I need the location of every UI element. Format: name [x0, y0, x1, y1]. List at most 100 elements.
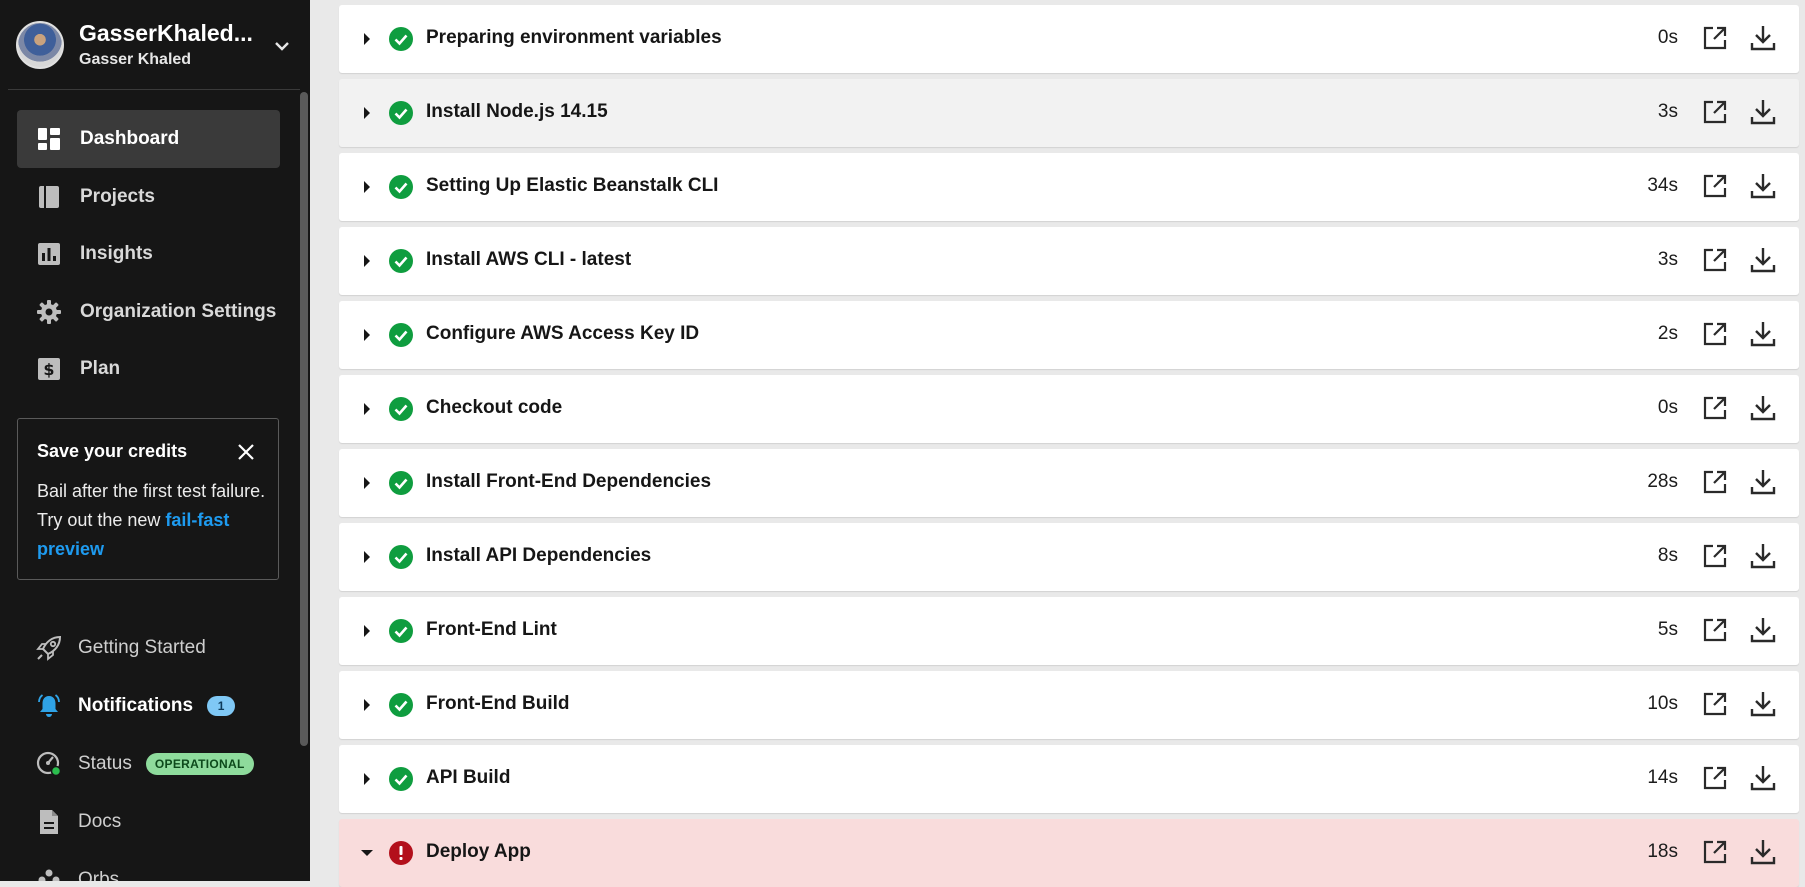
caret-right-icon[interactable] — [361, 327, 373, 343]
open-external-icon[interactable] — [1702, 173, 1728, 199]
open-external-icon[interactable] — [1702, 321, 1728, 347]
org-name: GasserKhaled... — [79, 20, 253, 46]
download-icon[interactable] — [1749, 468, 1777, 496]
document-icon — [36, 809, 62, 835]
sidebar-item-insights[interactable]: Insights — [17, 225, 280, 283]
step-row[interactable]: Install Node.js 14.15 3s — [339, 79, 1799, 147]
download-icon[interactable] — [1749, 172, 1777, 200]
step-name: Deploy App — [426, 841, 531, 862]
step-row[interactable]: Install Front-End Dependencies 28s — [339, 449, 1799, 517]
step-name: Front-End Build — [426, 693, 570, 714]
caret-down-icon[interactable] — [361, 845, 373, 861]
success-check-icon — [389, 397, 413, 421]
open-external-icon[interactable] — [1702, 99, 1728, 125]
download-icon[interactable] — [1749, 838, 1777, 866]
chevron-down-icon[interactable] — [272, 36, 292, 56]
dollar-icon: $ — [36, 356, 62, 382]
step-row[interactable]: API Build 14s — [339, 745, 1799, 813]
step-name: Preparing environment variables — [426, 27, 722, 48]
svg-text:$: $ — [43, 360, 54, 379]
open-external-icon[interactable] — [1702, 247, 1728, 273]
caret-right-icon[interactable] — [361, 105, 373, 121]
success-check-icon — [389, 101, 413, 125]
open-external-icon[interactable] — [1702, 691, 1728, 717]
caret-right-icon[interactable] — [361, 697, 373, 713]
open-external-icon[interactable] — [1702, 617, 1728, 643]
sidebar-item-status[interactable]: Status OPERATIONAL — [36, 748, 254, 780]
download-icon[interactable] — [1749, 764, 1777, 792]
caret-right-icon[interactable] — [361, 253, 373, 269]
step-name: Front-End Lint — [426, 619, 557, 640]
sidebar: GasserKhaled... Gasser Khaled Dashboard … — [0, 0, 310, 881]
step-duration: 8s — [1657, 545, 1678, 566]
notification-count-badge: 1 — [207, 696, 236, 716]
caret-right-icon[interactable] — [361, 401, 373, 417]
step-name: Install AWS CLI - latest — [426, 249, 632, 270]
bell-icon — [36, 693, 62, 719]
download-icon[interactable] — [1749, 616, 1777, 644]
sidebar-item-dashboard[interactable]: Dashboard — [17, 110, 280, 168]
step-name: Install Front-End Dependencies — [426, 471, 712, 492]
caret-right-icon[interactable] — [361, 623, 373, 639]
sidebar-item-label: Plan — [80, 358, 121, 379]
open-external-icon[interactable] — [1702, 543, 1728, 569]
download-icon[interactable] — [1749, 320, 1777, 348]
step-row[interactable]: Setting Up Elastic Beanstalk CLI 34s — [339, 153, 1799, 221]
open-external-icon[interactable] — [1702, 469, 1728, 495]
caret-right-icon[interactable] — [361, 475, 373, 491]
step-name: Setting Up Elastic Beanstalk CLI — [426, 175, 719, 196]
step-duration: 0s — [1657, 27, 1678, 48]
sidebar-scrollbar[interactable] — [300, 92, 308, 746]
step-row[interactable]: Front-End Lint 5s — [339, 597, 1799, 665]
success-check-icon — [389, 249, 413, 273]
step-row[interactable]: Front-End Build 10s — [339, 671, 1799, 739]
caret-right-icon[interactable] — [361, 771, 373, 787]
success-check-icon — [389, 323, 413, 347]
step-row[interactable]: Deploy App 18s — [339, 819, 1799, 887]
caret-right-icon[interactable] — [361, 31, 373, 47]
step-row[interactable]: Preparing environment variables 0s — [339, 5, 1799, 73]
step-row[interactable]: Install AWS CLI - latest 3s — [339, 227, 1799, 295]
sidebar-item-organization-settings[interactable]: Organization Settings — [17, 283, 280, 341]
close-icon[interactable] — [237, 443, 255, 461]
caret-right-icon[interactable] — [361, 179, 373, 195]
dashboard-icon — [36, 126, 62, 152]
sidebar-item-docs[interactable]: Docs — [36, 806, 121, 838]
open-external-icon[interactable] — [1702, 839, 1728, 865]
open-external-icon[interactable] — [1702, 25, 1728, 51]
open-external-icon[interactable] — [1702, 395, 1728, 421]
step-name: Checkout code — [426, 397, 563, 418]
step-duration: 10s — [1647, 693, 1678, 714]
caret-right-icon[interactable] — [361, 549, 373, 565]
sidebar-item-label: Organization Settings — [80, 301, 277, 322]
sidebar-item-plan[interactable]: $ Plan — [17, 340, 280, 398]
sidebar-item-label: Getting Started — [78, 637, 206, 658]
promo-title: Save your credits — [37, 441, 188, 461]
download-icon[interactable] — [1749, 394, 1777, 422]
sidebar-item-getting-started[interactable]: Getting Started — [36, 632, 206, 664]
download-icon[interactable] — [1749, 690, 1777, 718]
download-icon[interactable] — [1749, 542, 1777, 570]
status-badge: OPERATIONAL — [145, 753, 254, 775]
org-switcher[interactable]: GasserKhaled... Gasser Khaled — [16, 18, 296, 74]
step-name: Configure AWS Access Key ID — [426, 323, 700, 344]
step-list: Preparing environment variables 0s Install… — [310, 0, 1805, 887]
download-icon[interactable] — [1749, 98, 1777, 126]
step-duration: 18s — [1647, 841, 1678, 862]
success-check-icon — [389, 767, 413, 791]
sidebar-item-orbs[interactable]: Orbs — [36, 864, 119, 881]
insights-icon — [36, 241, 62, 267]
step-row[interactable]: Install API Dependencies 8s — [339, 523, 1799, 591]
promo-card: Save your credits Bail after the first t… — [17, 418, 279, 580]
sidebar-item-notifications[interactable]: Notifications 1 — [36, 690, 236, 722]
sidebar-item-label: Dashboard — [80, 128, 180, 149]
step-row[interactable]: Configure AWS Access Key ID 2s — [339, 301, 1799, 369]
sidebar-item-projects[interactable]: Projects — [17, 168, 280, 226]
step-name: API Build — [426, 767, 511, 788]
sidebar-item-label: Projects — [80, 186, 155, 207]
download-icon[interactable] — [1749, 246, 1777, 274]
download-icon[interactable] — [1749, 24, 1777, 52]
step-row[interactable]: Checkout code 0s — [339, 375, 1799, 443]
open-external-icon[interactable] — [1702, 765, 1728, 791]
gauge-icon — [36, 751, 62, 777]
